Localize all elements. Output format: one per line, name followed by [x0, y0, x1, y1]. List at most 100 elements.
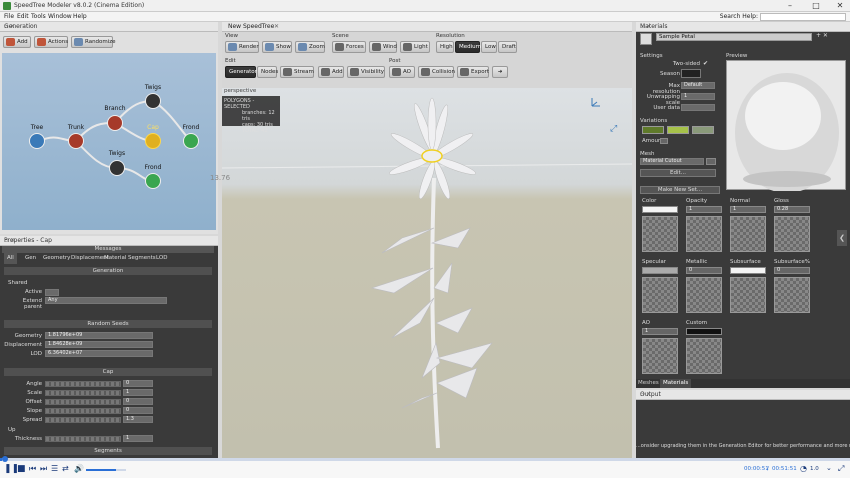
resolution-medium-button[interactable]: Medium [455, 41, 481, 53]
node-twigs-top[interactable] [145, 93, 161, 109]
opacity-map-slot[interactable] [686, 216, 722, 252]
node-branch[interactable] [107, 115, 123, 131]
panel-controls-icon[interactable]: ▫ ✕ [4, 23, 215, 30]
forces-button[interactable]: Forces [332, 41, 366, 53]
specular-map-slot[interactable] [642, 277, 678, 313]
thickness-slider[interactable] [45, 436, 121, 442]
custom-map-value[interactable] [686, 328, 722, 335]
subsurface-map-slot[interactable] [730, 277, 766, 313]
max-resolution-select[interactable]: Default [681, 82, 715, 89]
normal-map-slot[interactable] [730, 216, 766, 252]
subsurface-percent-map-value[interactable]: 0 [774, 267, 810, 274]
resolution-high-button[interactable]: High [436, 41, 454, 53]
add-edit-button[interactable]: Add [318, 66, 344, 78]
maximize-button[interactable]: □ [808, 1, 824, 11]
color-map-slot[interactable] [642, 216, 678, 252]
menu-file[interactable]: File [4, 13, 14, 20]
node-tree[interactable] [29, 133, 45, 149]
node-twigs-bottom[interactable] [109, 160, 125, 176]
cap-spread-slider[interactable] [45, 417, 121, 423]
zoom-button[interactable]: Zoom [295, 41, 325, 53]
node-trunk[interactable] [68, 133, 84, 149]
generation-graph-canvas[interactable]: Tree Trunk Branch Twigs Cap Frond Twigs … [2, 53, 216, 230]
volume-icon[interactable]: 🔊 [74, 464, 84, 473]
panel-controls-icon[interactable]: ▫ ✕ [640, 23, 847, 30]
node-frond-top[interactable] [183, 133, 199, 149]
ao-map-value[interactable]: 1 [642, 328, 678, 335]
season-field[interactable] [681, 69, 701, 78]
tab-materials[interactable]: Materials [660, 379, 692, 388]
panel-controls-icon[interactable]: ▫ ✕ [640, 391, 847, 398]
wind-button[interactable]: Wind [369, 41, 397, 53]
light-button[interactable]: Light [400, 41, 430, 53]
variation-swatch-2[interactable] [667, 126, 689, 134]
chapters-icon[interactable]: ☰ [51, 464, 58, 473]
material-actions-icon[interactable]: + ✕ [816, 32, 828, 39]
mesh-edit-button[interactable]: Edit... [640, 169, 716, 177]
specular-map-value[interactable] [642, 267, 678, 274]
gloss-map-slot[interactable] [774, 216, 810, 252]
opacity-map-value[interactable]: 1 [686, 206, 722, 213]
variation-swatch-3[interactable] [692, 126, 714, 134]
cap-offset-slider[interactable] [45, 399, 121, 405]
close-button[interactable]: ✕ [832, 1, 848, 11]
resolution-low-button[interactable]: Low [481, 41, 497, 53]
gloss-map-value[interactable]: 0.28 [774, 206, 810, 213]
active-checkbox[interactable] [45, 289, 59, 296]
custom-map-slot[interactable] [686, 338, 722, 374]
export-button[interactable]: Export [457, 66, 489, 78]
mesh-options-button[interactable] [706, 158, 716, 165]
minimize-button[interactable]: – [782, 1, 798, 11]
add-node-button[interactable]: Add [3, 36, 31, 48]
camera-control-icon[interactable]: ⤢ [610, 124, 620, 134]
seed-displacement-field[interactable]: 1.84628e+09 [45, 341, 153, 348]
normal-map-value[interactable]: 1 [730, 206, 766, 213]
cap-section-header[interactable]: Cap [4, 368, 212, 376]
perspective-viewport[interactable]: perspective POLYGONS - SELECTED branches… [210, 88, 632, 458]
panel-controls-icon[interactable]: ▫ ✕ [4, 237, 215, 244]
mesh-select[interactable]: Material Cutout [640, 158, 704, 165]
show-button[interactable]: Show [262, 41, 292, 53]
cap-scale-field[interactable]: 1 [123, 389, 153, 396]
seek-track[interactable] [0, 458, 850, 461]
menu-tools[interactable]: Tools [31, 13, 46, 20]
amount-field[interactable] [660, 138, 668, 144]
randomize-button[interactable]: Randomize [71, 36, 116, 48]
generation-section-header[interactable]: Generation [4, 267, 212, 275]
menu-window[interactable]: Window [48, 13, 72, 20]
tab-new-speedtree[interactable]: New SpeedTree [228, 23, 274, 30]
cap-angle-slider[interactable] [45, 381, 121, 387]
material-select[interactable]: Sample Petal [656, 33, 812, 41]
cap-scale-slider[interactable] [45, 390, 121, 396]
tab-all[interactable]: All [4, 253, 17, 264]
menu-help[interactable]: Help [73, 13, 87, 20]
next-arrow-button[interactable]: ➜ [492, 66, 508, 78]
random-seeds-section-header[interactable]: Random Seeds [4, 320, 212, 328]
node-frond-bottom[interactable] [145, 173, 161, 189]
make-new-set-button[interactable]: Make New Set... [640, 186, 720, 194]
metallic-map-value[interactable]: 0 [686, 267, 722, 274]
ao-map-slot[interactable] [642, 338, 678, 374]
fullscreen-icon[interactable]: ⤢ [838, 464, 844, 474]
messages-bar[interactable]: Messages [2, 246, 214, 253]
cap-slope-field[interactable]: 0 [123, 407, 153, 414]
tab-lod[interactable]: LOD [153, 253, 170, 264]
playback-speed[interactable]: 1.0 [810, 466, 819, 472]
resolution-draft-button[interactable]: Draft [498, 41, 517, 53]
segments-section-header[interactable]: Segments [4, 447, 212, 455]
subsurface-percent-map-slot[interactable] [774, 277, 810, 313]
unwrapping-scale-field[interactable]: 1 [681, 93, 715, 100]
actions-button[interactable]: Actions [34, 36, 68, 48]
color-map-value[interactable] [642, 206, 678, 213]
shuffle-icon[interactable]: ⇄ [62, 464, 69, 473]
panel-collapse-arrow-icon[interactable]: ❮ [837, 230, 847, 246]
close-tab-icon[interactable]: ✕ [274, 23, 279, 30]
variation-swatch-1[interactable] [642, 126, 664, 134]
render-button[interactable]: Render [225, 41, 259, 53]
stream-button[interactable]: Stream [280, 66, 314, 78]
two-sided-checkbox[interactable]: ✔ [703, 60, 708, 67]
seed-geometry-field[interactable]: 1.81796e+09 [45, 332, 153, 339]
metallic-map-slot[interactable] [686, 277, 722, 313]
extend-parent-select[interactable]: Any [45, 297, 167, 304]
skip-back-icon[interactable]: ⏮ [29, 464, 36, 474]
